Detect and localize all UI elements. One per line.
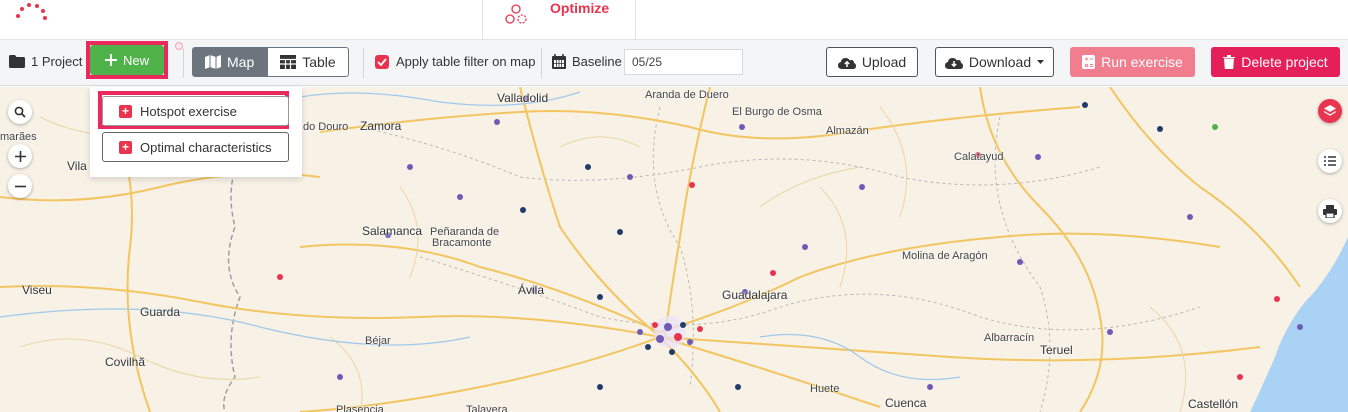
map-place-label: Bracamonte: [432, 237, 492, 249]
map-place-label: Aranda de Duero: [645, 89, 729, 101]
map-place-label: Viseu: [22, 283, 52, 297]
download-button[interactable]: Download: [935, 47, 1054, 77]
map-place-label: marães: [0, 131, 37, 143]
zoom-out-icon: [14, 185, 26, 187]
apply-filter-toggle[interactable]: Apply table filter on map: [375, 54, 535, 69]
cloud-download-icon: [944, 57, 963, 69]
map-place-label: El Burgo de Osma: [732, 106, 822, 118]
map-place-label: Cuenca: [885, 396, 927, 410]
run-exercise-button[interactable]: Run exercise: [1070, 47, 1195, 77]
caret-down-icon: [1037, 60, 1045, 64]
layers-button[interactable]: [1318, 99, 1342, 123]
layers-icon: [1323, 105, 1337, 116]
map-place-label: Almazán: [826, 125, 869, 137]
new-button-label: New: [122, 52, 149, 68]
download-label: Download: [968, 54, 1032, 70]
zoom-in-icon: [14, 150, 26, 162]
toolbar-divider: [183, 48, 184, 78]
map-place-label: Molina de Aragón: [902, 250, 988, 262]
print-icon: [1323, 204, 1337, 218]
map-place-label: Albarracín: [984, 332, 1035, 344]
upload-label: Upload: [861, 54, 907, 70]
menu-item-label: Optimal characteristics: [140, 139, 272, 155]
map-place-label: Teruel: [1040, 343, 1073, 357]
plus-square-icon: +: [119, 140, 132, 154]
toolbar-divider: [363, 48, 364, 78]
print-button[interactable]: [1318, 199, 1342, 223]
apply-filter-checkbox[interactable]: [375, 54, 389, 69]
baseline-input[interactable]: [624, 49, 743, 75]
map-place-label: Salamanca: [362, 224, 423, 238]
view-table-label: Table: [302, 54, 336, 70]
folder-icon: [9, 55, 25, 68]
view-map-button[interactable]: Map: [192, 47, 268, 77]
map-place-label: Béjar: [365, 335, 391, 347]
optimize-icon: [505, 4, 527, 24]
map-place-label: Plasencia: [336, 404, 384, 412]
baseline-label: Baseline: [572, 54, 622, 69]
plus-square-icon: +: [119, 104, 132, 118]
view-map-label: Map: [227, 54, 255, 70]
list-button[interactable]: [1318, 149, 1342, 173]
new-button[interactable]: New: [90, 45, 164, 75]
map-place-label: Ávila: [518, 283, 545, 297]
app-name: Optimize: [550, 0, 610, 16]
map-place-label: Covilhã: [105, 355, 146, 369]
notification-dot: [175, 42, 183, 50]
zoom-out-button[interactable]: [8, 174, 32, 198]
delete-project-button[interactable]: Delete project: [1211, 47, 1340, 77]
calendar-icon: [552, 54, 566, 69]
project-selector[interactable]: 1 Project: [9, 54, 82, 69]
run-exercise-label: Run exercise: [1101, 54, 1183, 70]
map-place-label: Calatayud: [954, 151, 1004, 163]
search-icon: [14, 106, 26, 118]
menu-item-hotspot-exercise[interactable]: + Hotspot exercise: [102, 96, 289, 126]
map-place-label: Huete: [810, 383, 840, 395]
zoom-in-button[interactable]: [8, 144, 32, 168]
toolbar-divider: [541, 48, 542, 78]
map-search-button[interactable]: [8, 100, 32, 124]
table-icon: [280, 55, 297, 69]
list-icon: [1324, 156, 1336, 166]
map-place-label: Zamora: [360, 119, 402, 133]
map-place-label: Talavera: [466, 404, 508, 412]
trash-icon: [1223, 55, 1236, 69]
view-table-button[interactable]: Table: [267, 47, 349, 77]
cloud-upload-icon: [837, 57, 856, 69]
map-place-label: Guarda: [140, 305, 181, 319]
map-icon: [205, 55, 221, 69]
apply-filter-label: Apply table filter on map: [396, 54, 536, 69]
map-place-label: Valladolid: [497, 91, 549, 105]
plus-icon: [104, 54, 117, 66]
menu-item-label: Hotspot exercise: [140, 103, 237, 119]
baseline-label-group: Baseline: [552, 54, 622, 69]
project-label: 1 Project: [31, 54, 83, 69]
map-place-label: do Douro: [303, 121, 349, 133]
check-icon: [377, 57, 387, 66]
toolbar: 1 Project New Map Table Apply table filt…: [0, 40, 1348, 86]
view-toggle: Map Table: [192, 47, 349, 77]
map-place-label: Vila: [67, 159, 87, 173]
top-header: Optimize: [0, 0, 1348, 40]
logo-icon: [16, 3, 47, 20]
menu-item-optimal-characteristics[interactable]: + Optimal characteristics: [102, 132, 289, 162]
map-place-label: Castellón: [1188, 397, 1239, 411]
map-place-label: Guadalajara: [722, 288, 788, 302]
upload-button[interactable]: Upload: [826, 47, 918, 77]
delete-project-label: Delete project: [1241, 54, 1328, 70]
new-dropdown-menu: + Hotspot exercise + Optimal characteris…: [90, 87, 302, 177]
calculator-icon: [1082, 55, 1096, 69]
app-tab-optimize[interactable]: Optimize: [482, 0, 636, 40]
